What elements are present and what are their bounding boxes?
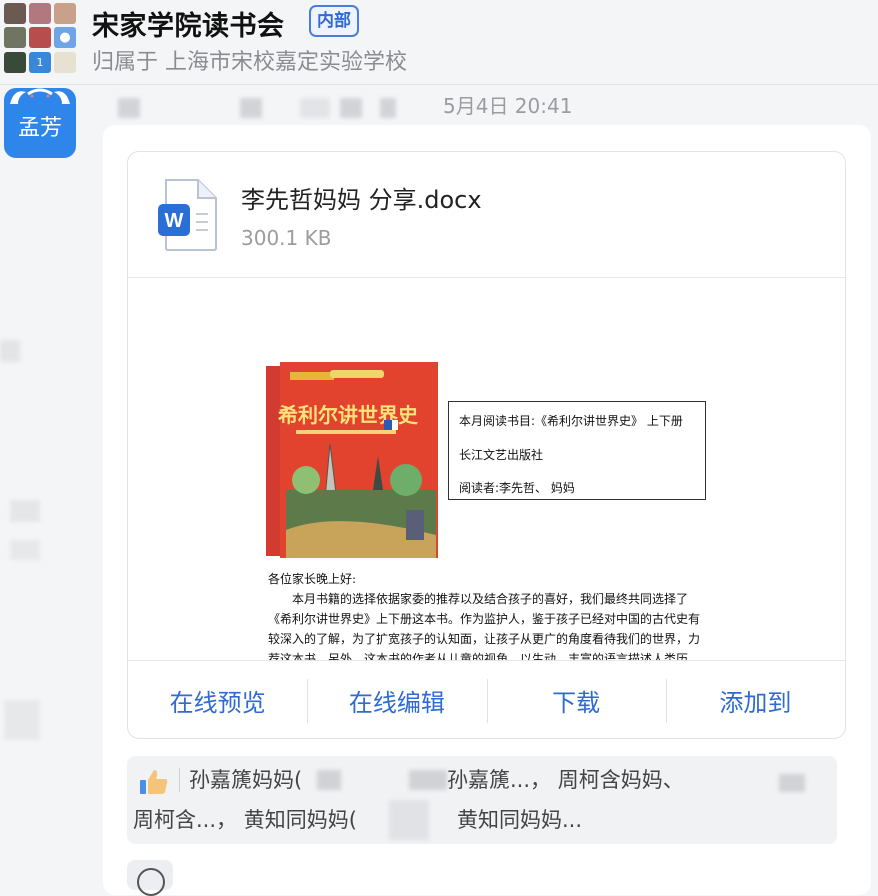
likes-names-line1a: 孙嘉篪妈妈(	[189, 768, 303, 792]
redacted-block	[4, 700, 40, 740]
sender-avatar[interactable]: 孟芳	[4, 88, 76, 158]
online-edit-button[interactable]: 在线编辑	[307, 661, 486, 738]
sender-name: 孟芳	[17, 116, 62, 141]
online-preview-button[interactable]: 在线预览	[128, 661, 307, 738]
file-header[interactable]: W 李先哲妈妈 分享.docx 300.1 KB	[128, 152, 845, 278]
redacted-block	[380, 98, 396, 118]
redacted-block	[10, 540, 40, 560]
redacted-block	[409, 770, 447, 790]
group-organization: 归属于 上海市宋校嘉定实验学校	[92, 50, 407, 75]
redacted-block	[317, 770, 341, 790]
document-preview[interactable]: 希利尔讲世界史 本月阅读书目:《希利尔讲世界史》 上下册 长江文艺出版社 阅读者…	[128, 278, 845, 660]
reading-info-box: 本月阅读书目:《希利尔讲世界史》 上下册 长江文艺出版社 阅读者:李先哲、 妈妈	[448, 401, 706, 500]
cat-ears-icon	[10, 88, 70, 104]
add-to-button[interactable]: 添加到	[665, 661, 845, 738]
avatar-number-badge: 1	[29, 51, 51, 73]
group-title: 宋家学院读书会	[92, 11, 285, 42]
redacted-block	[779, 774, 805, 792]
message-timestamp: 5月4日 20:41	[443, 94, 573, 118]
book-cover-image: 希利尔讲世界史	[266, 362, 438, 558]
info-line-book: 本月阅读书目:《希利尔讲世界史》 上下册	[459, 414, 683, 428]
preview-text: 各位家长晚上好: 本月书籍的选择依据家委的推荐以及结合孩子的喜好，我们最终共同选…	[268, 569, 708, 660]
file-card[interactable]: W 李先哲妈妈 分享.docx 300.1 KB 希利尔讲世界史 本月阅读书目:…	[127, 151, 846, 739]
redacted-block	[300, 98, 330, 118]
preview-greeting: 各位家长晚上好:	[268, 572, 357, 586]
redacted-block	[118, 98, 140, 118]
info-line-publisher: 长江文艺出版社	[459, 448, 544, 462]
redacted-block	[0, 340, 20, 362]
chat-header: ● 1 宋家学院读书会 内部 归属于 上海市宋校嘉定实验学校	[0, 0, 878, 85]
redacted-block	[389, 800, 429, 840]
likes-names-line1b: 孙嘉篪...， 周柯含妈妈、	[447, 768, 684, 792]
file-name: 李先哲妈妈 分享.docx	[241, 186, 482, 214]
thumbs-up-icon[interactable]	[139, 768, 169, 796]
divider	[179, 768, 180, 792]
likes-names-line2b: 黄知同妈妈...	[457, 808, 583, 832]
redacted-block	[10, 500, 40, 522]
file-size: 300.1 KB	[241, 226, 332, 250]
download-button[interactable]: 下载	[486, 661, 666, 738]
internal-badge: 内部	[309, 5, 359, 37]
smiley-icon	[137, 868, 165, 896]
word-letter: W	[165, 210, 184, 232]
word-doc-icon: W	[158, 179, 217, 251]
group-avatar[interactable]: ● 1	[4, 3, 76, 73]
preview-paragraph: 本月书籍的选择依据家委的推荐以及结合孩子的喜好，我们最终共同选择了《希利尔讲世界…	[268, 592, 701, 660]
info-line-readers: 阅读者:李先哲、 妈妈	[459, 481, 575, 495]
add-reaction-button[interactable]	[127, 860, 173, 896]
file-actions: 在线预览 在线编辑 下载 添加到	[128, 660, 845, 738]
likes-panel: 孙嘉篪妈妈( 孙嘉篪...， 周柯含妈妈、 周柯含...， 黄知同妈妈( 黄知同…	[127, 756, 837, 844]
user-icon: ●	[54, 27, 76, 49]
redacted-block	[240, 98, 262, 118]
redacted-block	[340, 98, 362, 118]
likes-names-line2a: 周柯含...， 黄知同妈妈(	[133, 808, 357, 832]
